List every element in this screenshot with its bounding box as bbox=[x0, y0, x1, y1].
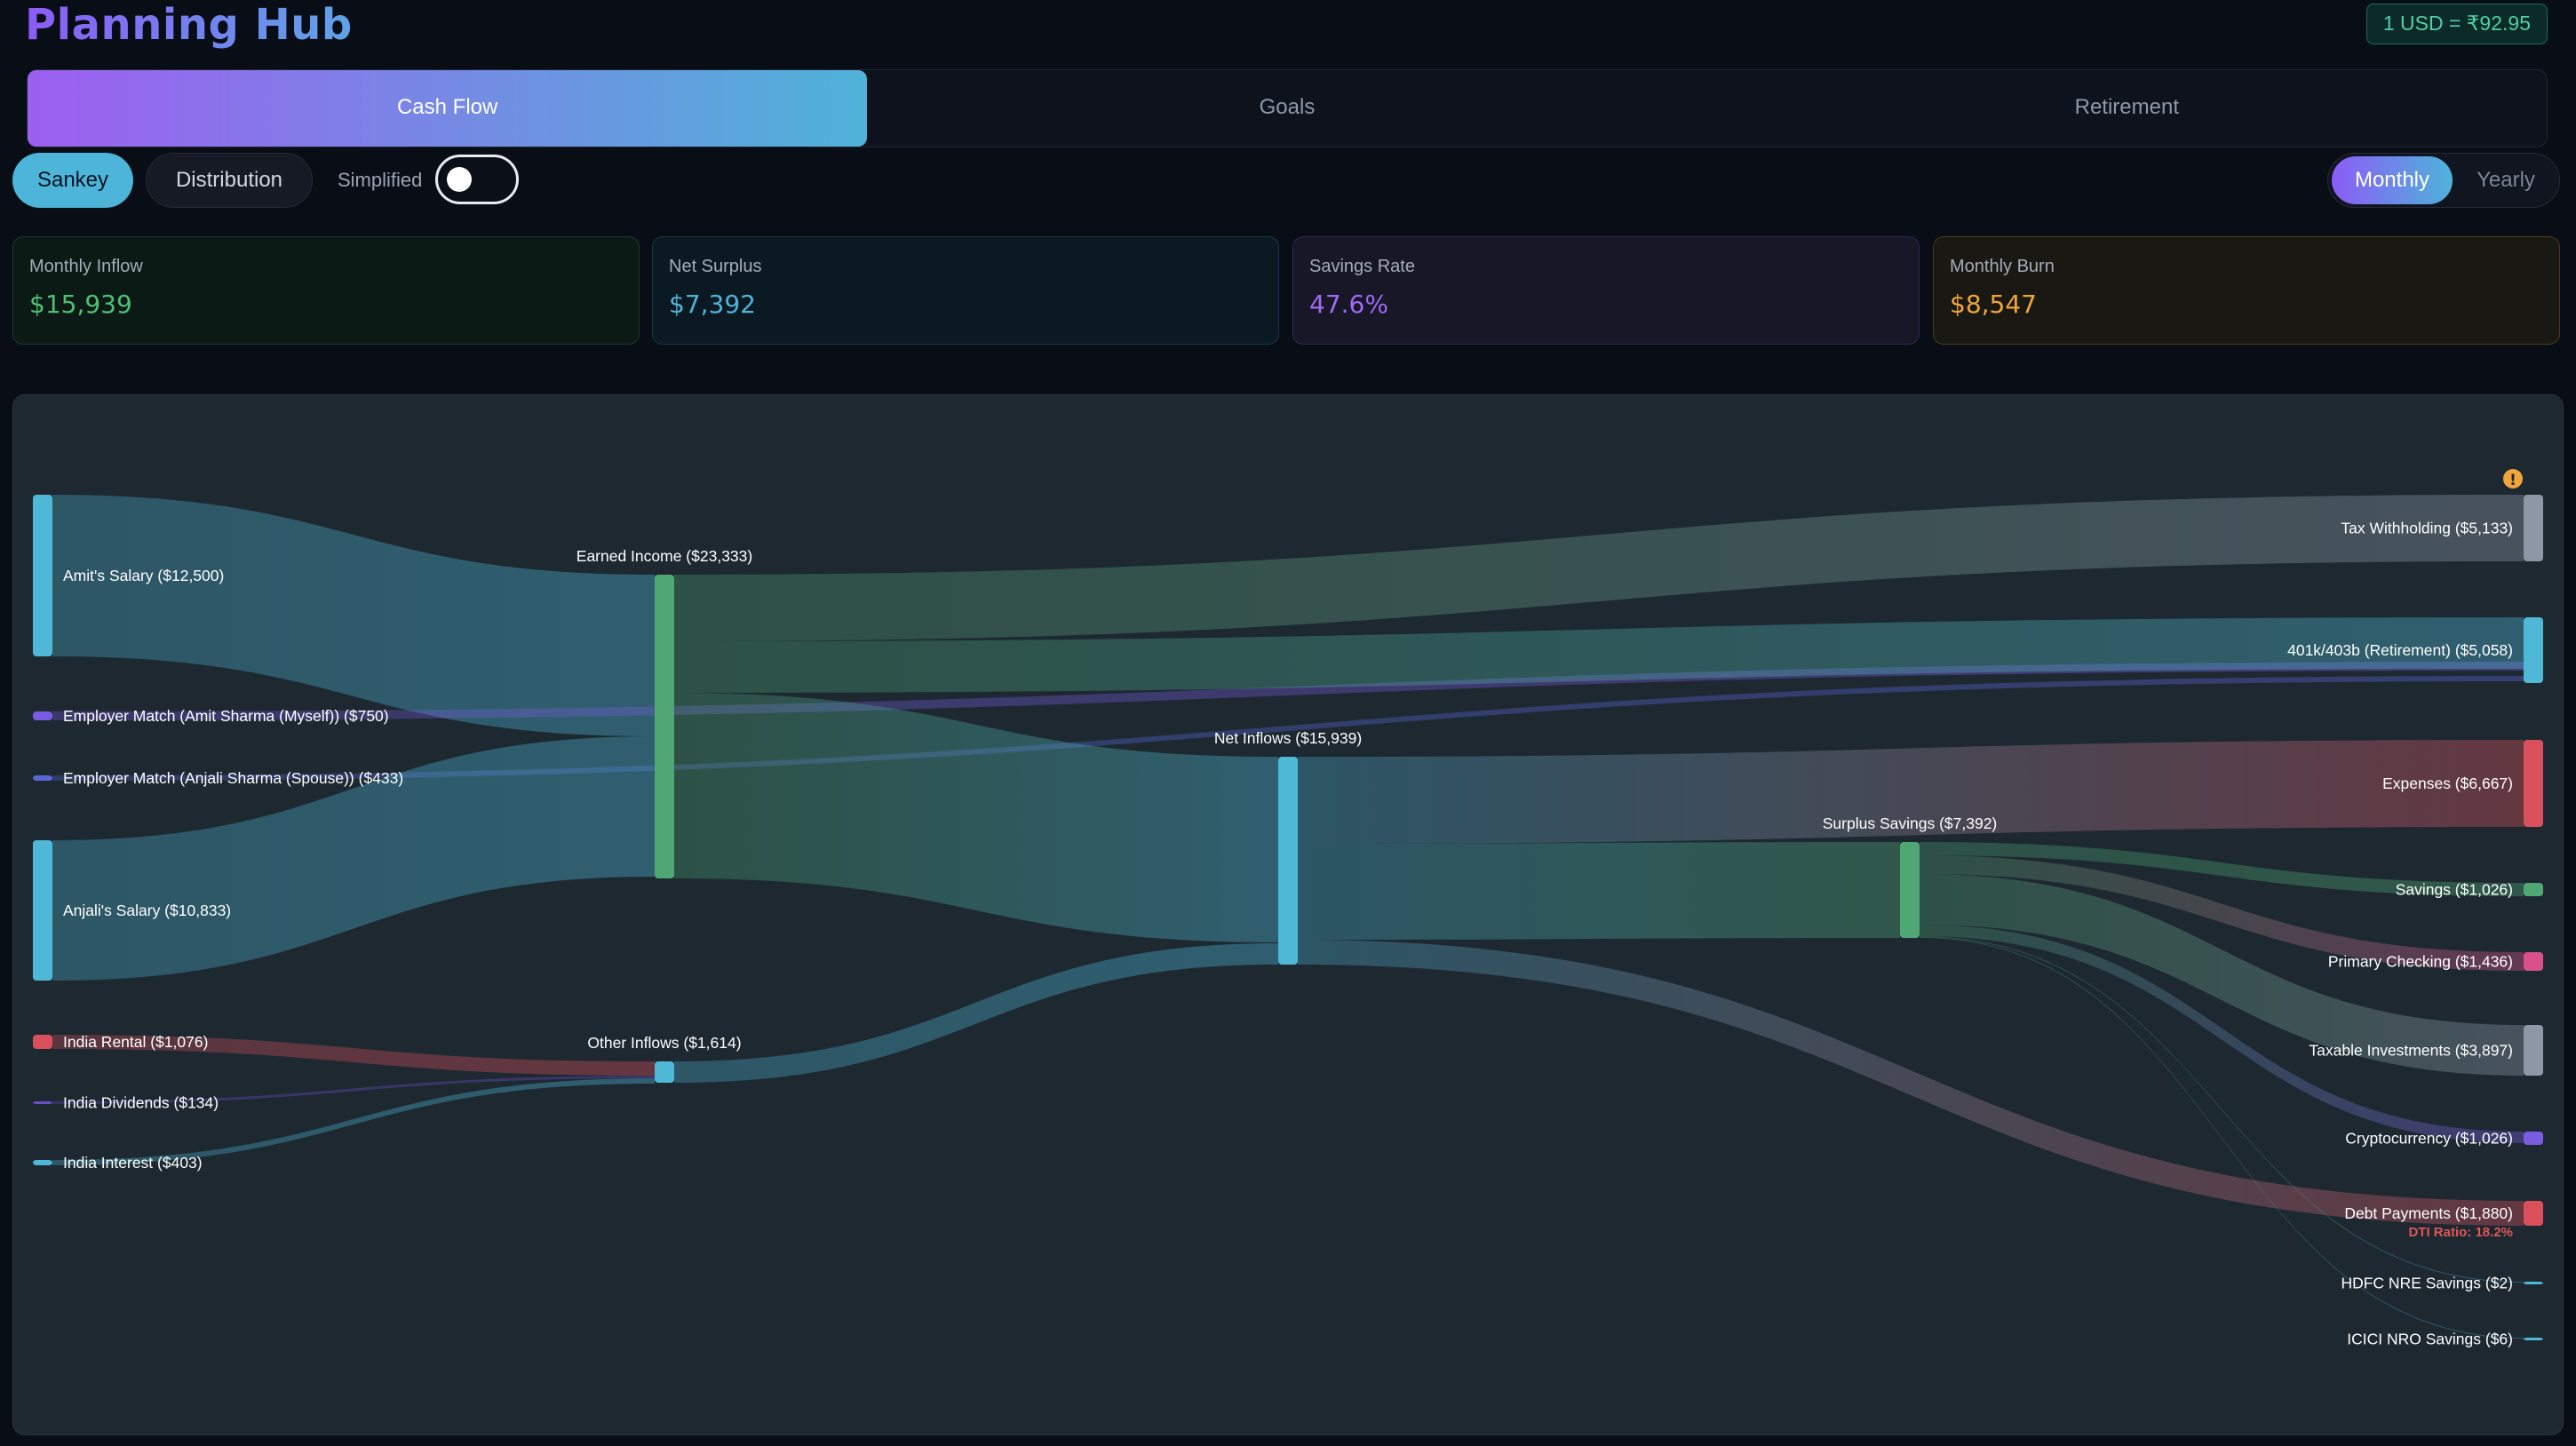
period-switch: Monthly Yearly bbox=[2327, 153, 2560, 208]
sankey-node-label-icici: ICICI NRO Savings ($6) bbox=[2347, 1331, 2513, 1348]
sankey-node-net[interactable] bbox=[1278, 757, 1298, 965]
tab-cash-flow[interactable]: Cash Flow bbox=[28, 70, 868, 147]
net-surplus-card: Net Surplus $7,392 bbox=[652, 236, 1279, 345]
main-tabs: Cash Flow Goals Retirement bbox=[27, 69, 2548, 147]
card-label: Savings Rate bbox=[1309, 257, 1415, 276]
fx-rate-badge: 1 USD = ₹92.95 bbox=[2365, 4, 2548, 44]
card-label: Net Surplus bbox=[669, 257, 762, 276]
sankey-node-icici[interactable] bbox=[2524, 1338, 2543, 1340]
sankey-node-savings[interactable] bbox=[2524, 883, 2543, 896]
card-label: Monthly Inflow bbox=[29, 257, 143, 276]
sankey-node-label-other: Other Inflows ($1,614) bbox=[587, 1034, 741, 1052]
sankey-node-k401[interactable] bbox=[2524, 617, 2543, 683]
sankey-node-label-checking: Primary Checking ($1,436) bbox=[2328, 953, 2513, 971]
card-label: Monthly Burn bbox=[1950, 257, 2055, 276]
sankey-node-tax[interactable] bbox=[2524, 495, 2543, 561]
sankey-node-label-debt: Debt Payments ($1,880) bbox=[2344, 1204, 2513, 1222]
planning-hub-app: Planning Hub 1 USD = ₹92.95 Cash Flow Go… bbox=[0, 0, 2576, 1446]
savings-rate-card: Savings Rate 47.6% bbox=[1292, 236, 1920, 345]
card-value: $7,392 bbox=[669, 290, 756, 319]
sankey-node-rental[interactable] bbox=[33, 1035, 52, 1049]
tab-retirement[interactable]: Retirement bbox=[1707, 70, 2547, 147]
sankey-link-other-to-net[interactable] bbox=[674, 943, 1278, 1083]
sankey-node-checking[interactable] bbox=[2524, 952, 2543, 971]
sankey-node-expenses[interactable] bbox=[2524, 740, 2543, 827]
svg-text:!: ! bbox=[2509, 472, 2516, 489]
yearly-button[interactable]: Yearly bbox=[2454, 156, 2557, 204]
sankey-node-label-amit: Amit's Salary ($12,500) bbox=[63, 567, 224, 584]
sankey-node-label-expenses: Expenses ($6,667) bbox=[2382, 775, 2513, 792]
sankey-node-taxable[interactable] bbox=[2524, 1025, 2543, 1076]
simplified-label: Simplified bbox=[338, 169, 423, 191]
sankey-node-earned[interactable] bbox=[655, 575, 674, 878]
sankey-link-interest-to-other[interactable] bbox=[52, 1078, 655, 1165]
card-value: $8,547 bbox=[1950, 290, 2037, 319]
sankey-node-label-net: Net Inflows ($15,939) bbox=[1214, 729, 1362, 747]
simplified-toggle[interactable] bbox=[435, 155, 519, 204]
sankey-node-label-match_amit: Employer Match (Amit Sharma (Myself)) ($… bbox=[63, 707, 389, 725]
sankey-node-interest[interactable] bbox=[33, 1160, 52, 1165]
sankey-link-earned-to-net[interactable] bbox=[674, 693, 1278, 942]
sankey-node-label-earned: Earned Income ($23,333) bbox=[576, 547, 752, 565]
sankey-node-label-tax: Tax Withholding ($5,133) bbox=[2341, 520, 2513, 537]
sankey-node-match_anjali[interactable] bbox=[33, 775, 52, 781]
sankey-node-label-interest: India Interest ($403) bbox=[63, 1154, 203, 1172]
sankey-node-other[interactable] bbox=[655, 1061, 674, 1083]
dti-ratio-note: DTI Ratio: 18.2% bbox=[2408, 1225, 2513, 1240]
page-title: Planning Hub bbox=[25, 0, 353, 50]
monthly-button[interactable]: Monthly bbox=[2332, 156, 2453, 204]
sankey-node-label-rental: India Rental ($1,076) bbox=[63, 1033, 208, 1051]
sankey-node-hdfc[interactable] bbox=[2524, 1282, 2543, 1284]
sankey-node-label-anjali: Anjali's Salary ($10,833) bbox=[63, 902, 231, 919]
sankey-node-label-dividends: India Dividends ($134) bbox=[63, 1094, 219, 1112]
sankey-node-label-taxable: Taxable Investments ($3,897) bbox=[2309, 1042, 2513, 1060]
sankey-node-anjali[interactable] bbox=[33, 840, 52, 981]
monthly-inflow-card: Monthly Inflow $15,939 bbox=[12, 236, 640, 345]
sankey-node-label-surplus: Surplus Savings ($7,392) bbox=[1823, 814, 1998, 832]
sankey-node-crypto[interactable] bbox=[2524, 1132, 2543, 1145]
sankey-panel: Amit's Salary ($12,500) Employer Match (A… bbox=[12, 394, 2564, 1435]
distribution-view-button[interactable]: Distribution bbox=[146, 153, 313, 208]
card-value: $15,939 bbox=[29, 290, 132, 319]
warning-icon[interactable]: ! bbox=[2503, 469, 2523, 489]
sankey-node-label-match_anjali: Employer Match (Anjali Sharma (Spouse)) … bbox=[63, 769, 403, 787]
sankey-node-label-k401: 401k/403b (Retirement) ($5,058) bbox=[2287, 641, 2513, 659]
tab-goals[interactable]: Goals bbox=[867, 70, 1706, 147]
sankey-link-net-to-surplus[interactable] bbox=[1298, 842, 1900, 940]
sankey-node-match_amit[interactable] bbox=[33, 711, 52, 720]
sankey-node-label-crypto: Cryptocurrency ($1,026) bbox=[2345, 1130, 2513, 1148]
sankey-node-label-hdfc: HDFC NRE Savings ($2) bbox=[2341, 1275, 2513, 1292]
sankey-link-amit-to-earned[interactable] bbox=[52, 495, 655, 736]
sankey-view-button[interactable]: Sankey bbox=[12, 153, 133, 208]
sankey-node-dividends[interactable] bbox=[33, 1101, 52, 1104]
sankey-diagram: Amit's Salary ($12,500) Employer Match (A… bbox=[33, 469, 2543, 1348]
toggle-knob bbox=[447, 167, 472, 192]
card-value: 47.6% bbox=[1309, 290, 1388, 319]
monthly-burn-card: Monthly Burn $8,547 bbox=[1933, 236, 2560, 345]
sankey-node-label-savings: Savings ($1,026) bbox=[2396, 881, 2513, 899]
sankey-node-amit[interactable] bbox=[33, 495, 52, 656]
sankey-node-surplus[interactable] bbox=[1900, 842, 1920, 938]
sankey-link-net-to-debt[interactable] bbox=[1298, 940, 2524, 1226]
sankey-node-debt[interactable] bbox=[2524, 1201, 2543, 1226]
